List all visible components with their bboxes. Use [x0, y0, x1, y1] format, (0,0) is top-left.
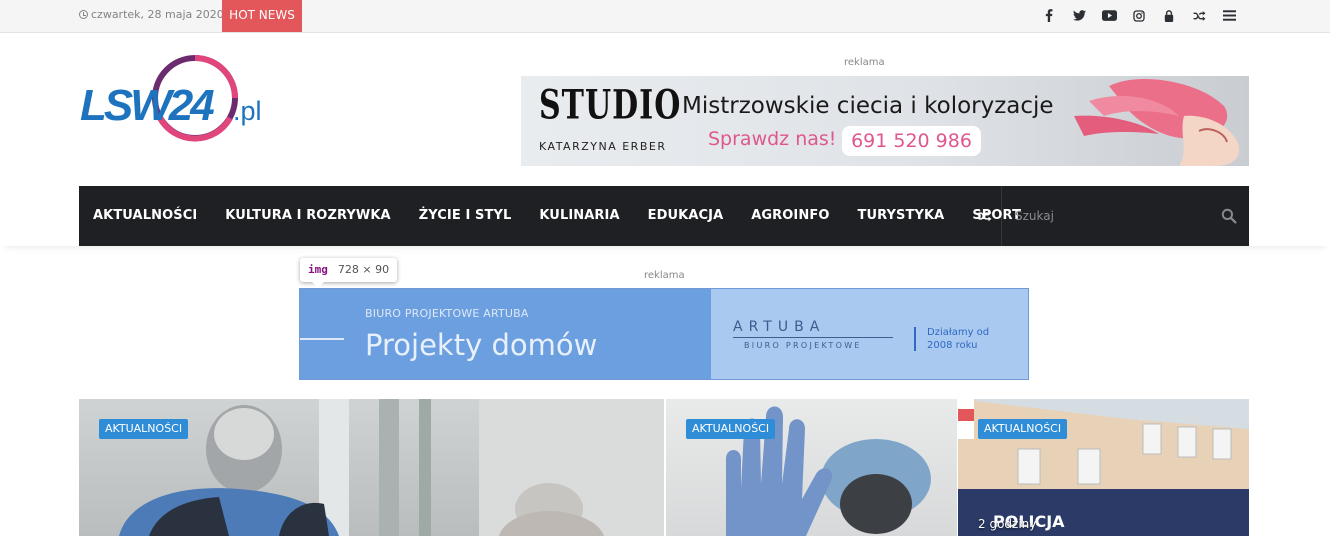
main-navigation-bar: AKTUALNOŚCI KULTURA I ROZRYWKA ŻYCIE I S… [0, 186, 1330, 246]
instagram-icon[interactable] [1124, 0, 1154, 31]
ad2-headline: Projekty domów [365, 328, 598, 362]
ad-cta: Sprawdz nas! [708, 128, 837, 150]
news-tile-3[interactable]: POLICJA AKTUALNOŚCI 2 godziny [958, 399, 1249, 536]
top-bar: czwartek, 28 maja 2020 HOT NEWS [0, 0, 1330, 33]
ad2-since-line2: 2008 roku [927, 340, 978, 351]
search-icon[interactable] [1221, 208, 1237, 224]
main-nav: AKTUALNOŚCI KULTURA I ROZRYWKA ŻYCIE I S… [79, 186, 1249, 246]
social-icons [1034, 0, 1244, 31]
logo-text-main: LSW24 [80, 81, 214, 130]
lock-icon[interactable] [1154, 0, 1184, 31]
ad-phone: 691 520 986 [842, 126, 981, 156]
ad2-brand-divider [733, 337, 893, 338]
logo-text-suffix: .pl [233, 96, 262, 126]
ad-label: reklama [844, 57, 885, 68]
news-tile-2[interactable]: AKTUALNOŚCI [666, 399, 957, 536]
nav-item-kulinaria[interactable]: KULINARIA [525, 186, 633, 246]
site-logo[interactable]: LSW24 .pl [80, 52, 275, 147]
date-text: czwartek, 28 maja 2020 [91, 8, 224, 21]
nav-item-edukacja[interactable]: EDUKACJA [634, 186, 738, 246]
nav-items: AKTUALNOŚCI KULTURA I ROZRYWKA ŻYCIE I S… [79, 186, 1035, 246]
nav-search [1001, 186, 1249, 246]
nav-item-kultura-i-rozrywka[interactable]: KULTURA I ROZRYWKA [211, 186, 404, 246]
facebook-icon[interactable] [1034, 0, 1064, 31]
news-time: 2 godziny [978, 517, 1037, 531]
ad2-since-line1: Działamy od [927, 327, 990, 338]
ad-tagline: Mistrzowskie ciecia i koloryzacje [682, 93, 1054, 119]
artuba-ad-banner[interactable]: BIURO PROJEKTOWE ARTUBA Projekty domów A… [299, 288, 1029, 380]
tooltip-dimensions: 728 × 90 [337, 263, 390, 276]
ad2-small-text: BIURO PROJEKTOWE ARTUBA [365, 307, 529, 320]
menu-icon[interactable] [1214, 0, 1244, 31]
nav-item-aktualnosci[interactable]: AKTUALNOŚCI [79, 186, 211, 246]
ad-model-image [1074, 78, 1240, 166]
nav-item-agroinfo[interactable]: AGROINFO [737, 186, 843, 246]
ad2-vertical-bar [914, 327, 916, 351]
shuffle-icon[interactable] [1184, 0, 1214, 31]
twitter-icon[interactable] [1064, 0, 1094, 31]
ad2-brand: ARTUBA [733, 319, 826, 335]
nav-item-turystyka[interactable]: TURYSTYKA [843, 186, 958, 246]
ad-owner: KATARZYNA ERBER [539, 140, 667, 153]
current-date: czwartek, 28 maja 2020 [79, 0, 224, 31]
top-ad-banner[interactable]: STUDIO KATARZYNA ERBER Mistrzowskie ciec… [521, 76, 1249, 166]
ad2-since: Działamy od 2008 roku [927, 326, 989, 352]
ad-brand: STUDIO [539, 81, 682, 130]
devtools-inspect-tooltip: img 728 × 90 [300, 258, 398, 288]
news-tile-featured[interactable]: AKTUALNOŚCI [79, 399, 664, 536]
youtube-icon[interactable] [1094, 0, 1124, 31]
category-badge[interactable]: AKTUALNOŚCI [99, 419, 189, 439]
random-article-shuffle-icon[interactable] [968, 186, 1001, 246]
ad2-left-panel: BIURO PROJEKTOWE ARTUBA Projekty domów [300, 289, 711, 379]
hot-news-label[interactable]: HOT NEWS [222, 0, 302, 32]
ad2-dash [300, 338, 344, 340]
ad2-brand-sub: BIURO PROJEKTOWE [744, 341, 862, 350]
category-badge[interactable]: AKTUALNOŚCI [686, 419, 776, 439]
search-input[interactable] [1002, 186, 1212, 246]
tooltip-tag: img [308, 263, 328, 276]
nav-item-zycie-i-styl[interactable]: ŻYCIE I STYL [405, 186, 526, 246]
clock-icon [79, 10, 88, 19]
ad-label-2: reklama [644, 270, 685, 281]
category-badge[interactable]: AKTUALNOŚCI [978, 419, 1068, 439]
